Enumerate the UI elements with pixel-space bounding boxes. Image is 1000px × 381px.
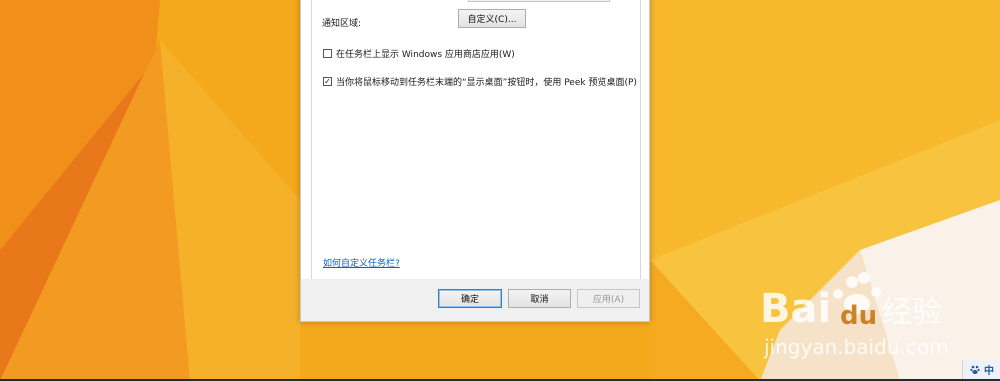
peek-option[interactable]: ✓ 当你将鼠标移动到任务栏末端的“显示桌面”按钮时，使用 Peek 预览桌面(P… [323, 75, 637, 88]
show-store-apps-label: 在任务栏上显示 Windows 应用商店应用(W) [336, 50, 515, 60]
taskbar-properties-dialog: 通知区域: 自定义(C)... 在任务栏上显示 Windows 应用商店应用(W… [300, 0, 650, 322]
notification-area-label: 通知区域: [322, 19, 362, 29]
show-store-apps-option[interactable]: 在任务栏上显示 Windows 应用商店应用(W) [323, 47, 515, 60]
partial-dropdown-field[interactable] [468, 0, 610, 2]
svg-text:du: du [840, 301, 877, 331]
ime-indicator[interactable]: 中 [962, 360, 1000, 379]
show-store-apps-checkbox[interactable] [323, 49, 332, 58]
ok-button[interactable]: 确定 [438, 289, 502, 308]
peek-checkbox[interactable]: ✓ [323, 77, 332, 86]
watermark-url: jingyan.baidu.com [763, 335, 949, 359]
ime-mode-label: 中 [984, 366, 994, 377]
peek-label: 当你将鼠标移动到任务栏末端的“显示桌面”按钮时，使用 Peek 预览桌面(P) [336, 78, 637, 88]
customize-button[interactable]: 自定义(C)... [458, 9, 526, 28]
help-link[interactable]: 如何自定义任务栏? [323, 256, 400, 269]
taskbar-settings-panel: 通知区域: 自定义(C)... 在任务栏上显示 Windows 应用商店应用(W… [311, 0, 641, 280]
baidu-jingyan-watermark: Bai du 经验 jingyan.baidu.com [760, 272, 949, 359]
cancel-button[interactable]: 取消 [508, 289, 571, 308]
svg-text:经验: 经验 [882, 295, 942, 330]
dialog-footer: 确定 取消 应用(A) [301, 279, 649, 321]
apply-button[interactable]: 应用(A) [577, 289, 640, 308]
paw-icon [970, 365, 980, 374]
svg-text:Bai: Bai [760, 286, 831, 332]
